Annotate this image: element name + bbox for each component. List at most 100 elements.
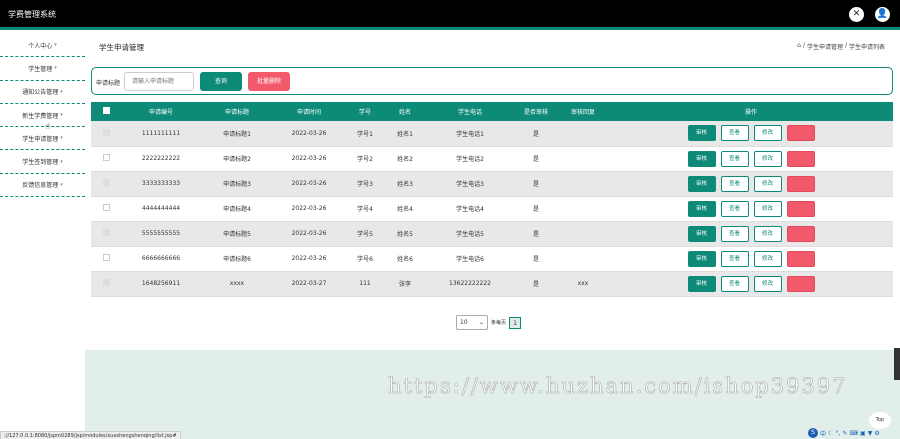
view-button[interactable]: 查看 [720,150,749,167]
audit-button[interactable]: 审核 [687,250,716,267]
sidebar-item-checkin[interactable]: 学生签到管理 ▾ [0,150,85,174]
column-header[interactable]: 申请时间 [273,102,345,121]
view-button[interactable]: 查看 [720,225,749,242]
table-cell: 学号5 [345,221,385,247]
pagination: 10 ⌄ 条每页 1 [456,315,522,330]
view-button[interactable]: 查看 [720,175,749,192]
sidebar-item-students[interactable]: 学生管理 ▾ [0,57,85,81]
breadcrumb: ⌂ / 学生申请管理 / 学生申请列表 [797,42,885,51]
home-icon[interactable]: ⌂ [797,42,801,51]
query-button[interactable]: 查询 [200,72,242,91]
close-icon[interactable]: ✕ [849,7,864,22]
audit-button[interactable]: 审核 [687,150,716,167]
delete-button[interactable]: 删除 [786,125,815,142]
edit-button[interactable]: 修改 [753,150,782,167]
sidebar-item-tuition[interactable]: 新生学费管理 ▾ [0,104,85,128]
table-cell: 学号1 [345,121,385,147]
edit-button[interactable]: 修改 [753,175,782,192]
row-checkbox[interactable] [102,204,110,211]
column-header[interactable]: 申请编号 [121,102,201,121]
delete-button[interactable]: 删除 [786,275,815,292]
table-cell: 张李 [385,271,425,297]
batch-delete-button[interactable]: 批量删除 [248,72,290,91]
table-cell: 申请标题3 [201,171,273,197]
pen-icon[interactable]: ✎ [842,430,847,437]
moon-icon[interactable]: ☾ [828,430,833,437]
table-cell: 13622222222 [425,271,515,297]
table-cell: 2022-03-26 [273,121,345,147]
audit-button[interactable]: 审核 [687,125,716,142]
column-header[interactable]: 学号 [345,102,385,121]
table-cell: 申请标题4 [201,196,273,222]
delete-button[interactable]: 删除 [786,225,815,242]
audit-button[interactable]: 审核 [687,200,716,217]
column-header: 操作 [609,102,893,121]
page-title: 学生申请管理 [99,43,144,52]
row-checkbox[interactable] [102,279,110,286]
page-size-select[interactable]: 10 ⌄ [456,315,488,330]
chevron-down-icon: ▾ [60,112,63,119]
select-all-checkbox[interactable] [102,107,110,114]
edit-button[interactable]: 修改 [753,200,782,217]
delete-button[interactable]: 删除 [786,200,815,217]
edit-button[interactable]: 修改 [753,125,782,142]
side-handle[interactable] [894,348,900,380]
punctuation-icon[interactable]: °, [835,430,840,437]
audit-button[interactable]: 审核 [687,275,716,292]
audit-button[interactable]: 审核 [687,225,716,242]
table-cell: 2022-03-26 [273,246,345,272]
search-input[interactable] [124,72,194,91]
column-header[interactable]: 审核回复 [557,102,609,121]
breadcrumb-item[interactable]: 学生申请管理 [807,42,843,51]
keyboard-icon[interactable]: ⌨ [849,430,858,437]
row-checkbox[interactable] [102,229,110,236]
edit-button[interactable]: 修改 [753,225,782,242]
shirt-icon[interactable]: ▼ [868,430,873,437]
edit-button[interactable]: 修改 [753,250,782,267]
column-header[interactable]: 姓名 [385,102,425,121]
row-checkbox[interactable] [102,254,110,261]
table-row: 6666666666 申请标题6 2022-03-26 学号6 姓名6 学生电话6 是 审核查… [91,246,893,272]
user-icon[interactable]: 👤 [875,7,890,22]
view-button[interactable]: 查看 [720,200,749,217]
table-cell: 姓名5 [385,221,425,247]
edit-button[interactable]: 修改 [753,275,782,292]
table-cell: 学生电话6 [425,246,515,272]
table-row: 1648256911 xxxx 2022-03-27 111 张李 13622222222… [91,271,893,297]
table-cell: 姓名1 [385,121,425,147]
audit-button[interactable]: 审核 [687,175,716,192]
view-button[interactable]: 查看 [720,250,749,267]
column-header[interactable]: 申请标题 [201,102,273,121]
view-button[interactable]: 查看 [720,125,749,142]
table-cell [557,121,609,147]
sidebar-item-profile[interactable]: 个人中心 ▾ [0,34,85,58]
sidebar-item-feedback[interactable]: 反馈信息管理 ▾ [0,174,85,198]
table-cell: 学生电话1 [425,121,515,147]
row-checkbox[interactable] [102,154,110,161]
table-cell: 是 [515,171,557,197]
ime-chinese-icon[interactable]: 中 [820,429,826,438]
system-tray: S 中 ☾ °, ✎ ⌨ ▣ ▼ ⚙ [808,427,900,439]
column-header[interactable]: 是否审核 [515,102,557,121]
status-url: ://127.0.0.1:8080/jspm0289/jsp/modules/x… [0,431,181,439]
table-cell: 2022-03-27 [273,271,345,297]
chevron-down-icon: ▾ [60,181,63,188]
table-cell: 是 [515,271,557,297]
column-header[interactable]: 学生电话 [425,102,515,121]
view-button[interactable]: 查看 [720,275,749,292]
page-number-button[interactable]: 1 [509,316,522,329]
skin-icon[interactable]: ▣ [860,430,866,437]
row-checkbox[interactable] [102,179,110,186]
table-cell: 学号3 [345,171,385,197]
delete-button[interactable]: 删除 [786,175,815,192]
table-cell: 学号4 [345,196,385,222]
table-cell: 学生电话3 [425,171,515,197]
delete-button[interactable]: 删除 [786,250,815,267]
watermark: https://www.huzhan.com/ishop39397 [388,374,848,399]
row-checkbox[interactable] [102,128,110,136]
sidebar-item-notices[interactable]: 通知公告管理 ▾ [0,81,85,104]
sogou-icon[interactable]: S [808,428,818,438]
settings-icon[interactable]: ⚙ [874,430,879,437]
delete-button[interactable]: 删除 [786,150,815,167]
sidebar-item-applications[interactable]: 学生申请管理 ▾ [0,127,85,151]
